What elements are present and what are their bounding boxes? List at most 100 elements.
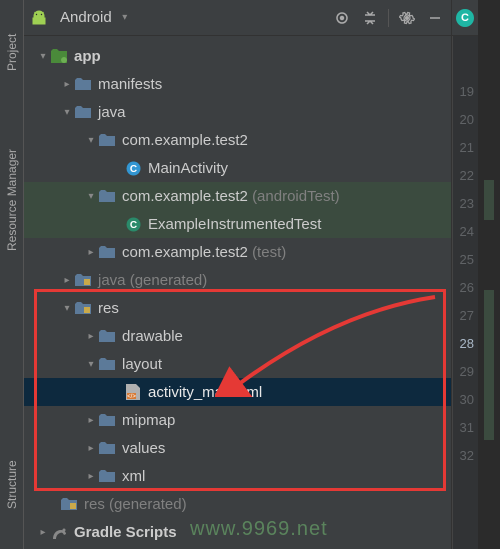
android-icon xyxy=(30,9,48,27)
tree-node-mipmap[interactable]: ▸ mipmap xyxy=(24,406,451,434)
package-icon xyxy=(98,243,116,261)
editor-tab-avatar: C xyxy=(452,0,478,36)
line-number: 31 xyxy=(453,420,478,448)
chevron-right-icon: ▸ xyxy=(84,331,98,342)
side-tab-project[interactable]: Project xyxy=(0,8,24,96)
line-number: 29 xyxy=(453,364,478,392)
tree-node-res[interactable]: ▾ res xyxy=(24,294,451,322)
tree-label: MainActivity xyxy=(148,160,228,177)
chevron-down-icon: ▾ xyxy=(84,191,98,202)
chevron-right-icon: ▸ xyxy=(36,527,50,538)
tree-suffix: (generated) xyxy=(130,272,208,289)
folder-icon xyxy=(98,439,116,457)
chevron-down-icon: ▾ xyxy=(118,12,132,23)
tree-suffix: (generated) xyxy=(109,496,187,513)
avatar-badge: C xyxy=(456,9,474,27)
tree-node-java[interactable]: ▾ java xyxy=(24,98,451,126)
tree-node-xml[interactable]: ▸ xml xyxy=(24,462,451,490)
chevron-down-icon: ▾ xyxy=(60,107,74,118)
chevron-right-icon: ▸ xyxy=(84,415,98,426)
tree-node-java-generated[interactable]: ▸java (generated) xyxy=(24,266,451,294)
package-icon xyxy=(98,131,116,149)
svg-text:</>: </> xyxy=(127,394,136,400)
line-number: 26 xyxy=(453,280,478,308)
tree-label: com.example.test2 xyxy=(122,188,248,205)
folder-icon xyxy=(98,327,116,345)
tree-label: drawable xyxy=(122,328,183,345)
package-icon xyxy=(98,187,116,205)
line-number: 25 xyxy=(453,252,478,280)
chevron-right-icon: ▸ xyxy=(84,443,98,454)
tree-label: layout xyxy=(122,356,162,373)
res-folder-icon xyxy=(74,299,92,317)
line-number: 32 xyxy=(453,448,478,476)
tree-node-activity-main[interactable]: </> activity_main.xml xyxy=(24,378,451,406)
project-tree[interactable]: ▾ app ▸ manifests ▾ java ▾ com.example.test2… xyxy=(24,36,451,546)
tree-label: mipmap xyxy=(122,412,175,429)
tree-node-drawable[interactable]: ▸ drawable xyxy=(24,322,451,350)
tree-node-values[interactable]: ▸ values xyxy=(24,434,451,462)
tree-label: manifests xyxy=(98,76,162,93)
chevron-right-icon: ▸ xyxy=(84,471,98,482)
settings-icon[interactable] xyxy=(397,8,417,28)
line-number-gutter: 1920212223242526272829303132 xyxy=(452,36,478,549)
tree-label: app xyxy=(74,48,101,65)
tree-node-package[interactable]: ▾ com.example.test2 xyxy=(24,126,451,154)
tree-node-class[interactable]: C MainActivity xyxy=(24,154,451,182)
side-tab-resource-manager[interactable]: Resource Manager xyxy=(0,110,24,290)
project-panel: Android ▾ ▾ app ▸ manifests ▾ java ▾ com.exa… xyxy=(24,0,452,549)
tree-label: java xyxy=(98,104,126,121)
tree-node-package[interactable]: ▾ com.example.test2 (androidTest) xyxy=(24,182,451,210)
chevron-right-icon: ▸ xyxy=(60,79,74,90)
side-tab-structure[interactable]: Structure xyxy=(0,440,24,530)
editor-scrollstrip xyxy=(478,0,500,549)
tree-label: com.example.test2 xyxy=(122,244,248,261)
project-toolbar: Android ▾ xyxy=(24,0,451,36)
tree-label: res xyxy=(98,300,119,317)
line-number: 30 xyxy=(453,392,478,420)
class-icon: C xyxy=(124,159,142,177)
gen-folder-icon xyxy=(60,495,78,513)
tree-node-res-generated[interactable]: res (generated) xyxy=(24,490,451,518)
tree-label: values xyxy=(122,440,165,457)
line-number: 21 xyxy=(453,140,478,168)
line-number: 24 xyxy=(453,224,478,252)
tree-suffix: (androidTest) xyxy=(252,188,340,205)
svg-text:C: C xyxy=(129,164,136,175)
tree-node-class[interactable]: CExampleInstrumentedTest xyxy=(24,210,451,238)
chevron-down-icon: ▾ xyxy=(36,51,50,62)
tree-node-package[interactable]: ▸ com.example.test2 (test) xyxy=(24,238,451,266)
collapse-icon[interactable] xyxy=(360,8,380,28)
line-number: 22 xyxy=(453,168,478,196)
folder-icon xyxy=(98,467,116,485)
tree-label: java xyxy=(98,272,126,289)
view-mode-label: Android xyxy=(60,9,112,26)
line-number: 20 xyxy=(453,112,478,140)
select-opened-file-icon[interactable] xyxy=(332,8,352,28)
svg-text:C: C xyxy=(129,220,136,231)
tree-label: activity_main.xml xyxy=(148,384,262,401)
tree-label: xml xyxy=(122,468,145,485)
chevron-down-icon: ▾ xyxy=(84,359,98,370)
gradle-icon xyxy=(50,523,68,541)
chevron-right-icon: ▸ xyxy=(84,247,98,258)
view-mode-dropdown[interactable]: Android ▾ xyxy=(30,9,132,27)
tree-label: com.example.test2 xyxy=(122,132,248,149)
tree-node-layout[interactable]: ▾ layout xyxy=(24,350,451,378)
side-tab-strip: Project Resource Manager Structure xyxy=(0,0,24,549)
tree-node-app[interactable]: ▾ app xyxy=(24,42,451,70)
test-class-icon: C xyxy=(124,215,142,233)
tree-node-manifests[interactable]: ▸ manifests xyxy=(24,70,451,98)
chevron-down-icon: ▾ xyxy=(60,303,74,314)
tree-node-gradle[interactable]: ▸Gradle Scripts xyxy=(24,518,451,546)
tree-label: res xyxy=(84,496,105,513)
folder-icon xyxy=(74,103,92,121)
folder-icon xyxy=(74,75,92,93)
tree-suffix: (test) xyxy=(252,244,286,261)
line-number: 28 xyxy=(453,336,478,364)
module-icon xyxy=(50,47,68,65)
line-number: 27 xyxy=(453,308,478,336)
chevron-down-icon: ▾ xyxy=(84,135,98,146)
line-number: 19 xyxy=(453,84,478,112)
hide-icon[interactable] xyxy=(425,8,445,28)
